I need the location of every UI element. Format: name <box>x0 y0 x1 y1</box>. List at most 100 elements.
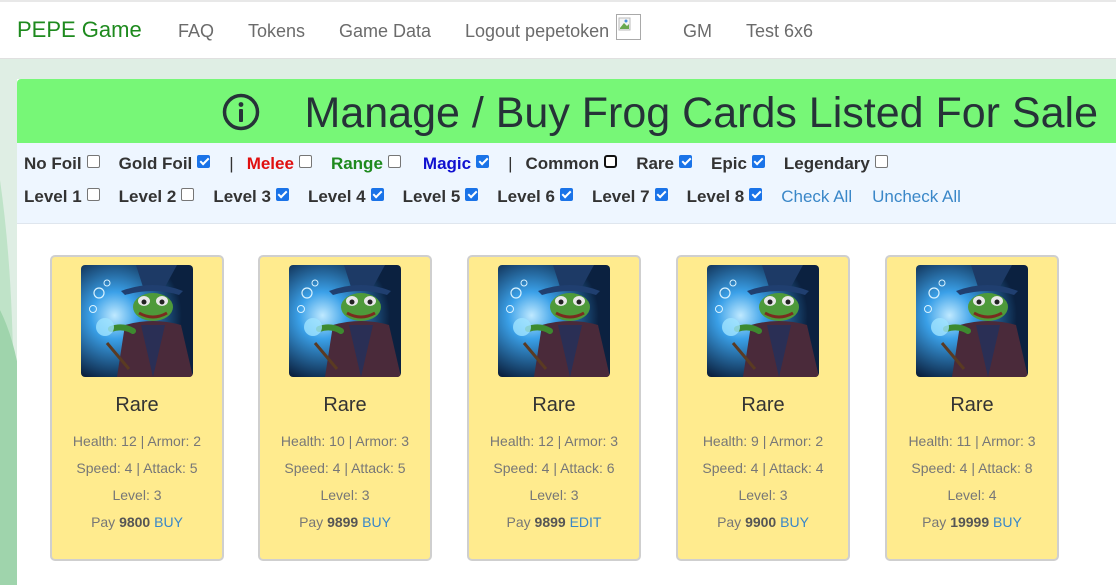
buy-button[interactable]: BUY <box>780 514 809 530</box>
card-price: 19999 <box>950 514 990 530</box>
brand-link[interactable]: PEPE Game <box>17 17 142 43</box>
card-stats-speed-attack: Speed: 4 | Attack: 8 <box>911 460 1033 476</box>
page-banner: Manage / Buy Frog Cards Listed For Sale <box>17 79 1116 143</box>
frog-wizard-image <box>289 265 401 377</box>
frog-wizard-image <box>81 265 193 377</box>
frog-wizard-image <box>707 265 819 377</box>
card-stats-health-armor: Health: 9 | Armor: 2 <box>702 433 824 449</box>
page-title: Manage / Buy Frog Cards Listed For Sale <box>304 89 1098 137</box>
card-price: 9899 <box>534 514 566 530</box>
nav-gm[interactable]: GM <box>683 21 712 42</box>
edit-button[interactable]: EDIT <box>570 514 602 530</box>
card-price-line: Pay 19999 BUY <box>922 514 1022 530</box>
checkbox-gold-foil[interactable] <box>197 154 211 168</box>
filter-melee[interactable]: Melee <box>247 154 312 174</box>
filter-epic[interactable]: Epic <box>711 154 765 174</box>
card-price: 9800 <box>119 514 151 530</box>
card-rarity: Rare <box>950 394 994 416</box>
filter-row-level: Level 1 Level 2 Level 3 Level 4 Level 5 … <box>24 187 981 207</box>
top-navbar: PEPE Game FAQ Tokens Game Data Logout pe… <box>0 0 1116 59</box>
check-all-link[interactable]: Check All <box>781 187 852 207</box>
card-price-line: Pay 9899 EDIT <box>506 514 602 530</box>
buy-button[interactable]: BUY <box>154 514 183 530</box>
card-stats-speed-attack: Speed: 4 | Attack: 4 <box>702 460 824 476</box>
checkbox-level-1[interactable] <box>86 187 100 201</box>
uncheck-all-link[interactable]: Uncheck All <box>872 187 961 207</box>
card-rarity: Rare <box>532 394 576 416</box>
checkbox-level-8[interactable] <box>749 187 763 201</box>
checkbox-level-4[interactable] <box>370 187 384 201</box>
filter-legendary[interactable]: Legendary <box>784 154 888 174</box>
checkbox-range[interactable] <box>387 154 401 168</box>
filter-common[interactable]: Common <box>526 154 618 174</box>
filter-level-1[interactable]: Level 1 <box>24 187 100 207</box>
card-level: Level: 3 <box>320 487 370 503</box>
buy-button[interactable]: BUY <box>362 514 391 530</box>
filter-panel: No Foil Gold Foil | Melee Range Magic | … <box>17 143 1116 224</box>
card-stats-speed-attack: Speed: 4 | Attack: 6 <box>493 460 615 476</box>
card-rarity: Rare <box>741 394 785 416</box>
separator: | <box>508 154 513 173</box>
filter-level-3[interactable]: Level 3 <box>213 187 289 207</box>
nav-faq[interactable]: FAQ <box>178 21 214 42</box>
checkbox-level-6[interactable] <box>559 187 573 201</box>
checkbox-legendary[interactable] <box>874 154 888 168</box>
info-circle-icon <box>222 93 260 131</box>
checkbox-level-2[interactable] <box>181 187 195 201</box>
frog-card[interactable]: Rare Health: 11 | Armor: 3 Speed: 4 | At… <box>885 255 1059 561</box>
checkbox-magic[interactable] <box>476 154 490 168</box>
frog-wizard-image <box>916 265 1028 377</box>
filter-level-4[interactable]: Level 4 <box>308 187 384 207</box>
broken-image-icon <box>616 14 641 40</box>
checkbox-melee[interactable] <box>298 154 312 168</box>
filter-level-8[interactable]: Level 8 <box>687 187 763 207</box>
filter-level-5[interactable]: Level 5 <box>403 187 479 207</box>
nav-test-6x6[interactable]: Test 6x6 <box>746 21 813 42</box>
filter-no-foil[interactable]: No Foil <box>24 154 100 174</box>
filter-row-type: No Foil Gold Foil | Melee Range Magic | … <box>24 154 907 174</box>
card-price-line: Pay 9800 BUY <box>91 514 183 530</box>
card-level: Level: 3 <box>738 487 788 503</box>
card-price-line: Pay 9899 BUY <box>299 514 391 530</box>
card-rarity: Rare <box>323 394 367 416</box>
checkbox-rare[interactable] <box>679 154 692 168</box>
card-level: Level: 3 <box>529 487 579 503</box>
frog-card[interactable]: Rare Health: 9 | Armor: 2 Speed: 4 | Att… <box>676 255 850 561</box>
card-stats-health-armor: Health: 12 | Armor: 3 <box>489 433 619 449</box>
filter-level-6[interactable]: Level 6 <box>497 187 573 207</box>
filter-magic[interactable]: Magic <box>423 154 490 174</box>
checkbox-epic[interactable] <box>751 154 765 168</box>
card-stats-speed-attack: Speed: 4 | Attack: 5 <box>76 460 198 476</box>
frog-card[interactable]: Rare Health: 12 | Armor: 2 Speed: 4 | At… <box>50 255 224 561</box>
frog-card[interactable]: Rare Health: 10 | Armor: 3 Speed: 4 | At… <box>258 255 432 561</box>
checkbox-level-7[interactable] <box>654 187 668 201</box>
card-stats-health-armor: Health: 10 | Armor: 3 <box>280 433 410 449</box>
filter-range[interactable]: Range <box>331 154 401 174</box>
checkbox-no-foil[interactable] <box>86 154 100 168</box>
checkbox-level-5[interactable] <box>465 187 479 201</box>
filter-level-7[interactable]: Level 7 <box>592 187 668 207</box>
filter-rare[interactable]: Rare <box>636 154 692 174</box>
buy-button[interactable]: BUY <box>993 514 1022 530</box>
main-panel: Manage / Buy Frog Cards Listed For Sale … <box>17 79 1116 585</box>
checkbox-level-3[interactable] <box>275 187 289 201</box>
filter-level-2[interactable]: Level 2 <box>119 187 195 207</box>
separator: | <box>229 154 234 173</box>
card-stats-speed-attack: Speed: 4 | Attack: 5 <box>284 460 406 476</box>
card-level: Level: 3 <box>112 487 162 503</box>
nav-logout[interactable]: Logout pepetoken <box>465 21 609 42</box>
card-price: 9900 <box>745 514 777 530</box>
nav-tokens[interactable]: Tokens <box>248 21 305 42</box>
frog-card[interactable]: Rare Health: 12 | Armor: 3 Speed: 4 | At… <box>467 255 641 561</box>
card-grid: Rare Health: 12 | Armor: 2 Speed: 4 | At… <box>17 224 1116 585</box>
card-price-line: Pay 9900 BUY <box>717 514 809 530</box>
checkbox-common[interactable] <box>604 154 618 168</box>
nav-game-data[interactable]: Game Data <box>339 21 431 42</box>
card-stats-health-armor: Health: 11 | Armor: 3 <box>908 433 1036 449</box>
card-level: Level: 4 <box>947 487 997 503</box>
card-stats-health-armor: Health: 12 | Armor: 2 <box>72 433 202 449</box>
frog-wizard-image <box>498 265 610 377</box>
card-price: 9899 <box>327 514 359 530</box>
filter-gold-foil[interactable]: Gold Foil <box>119 154 211 174</box>
card-rarity: Rare <box>115 394 159 416</box>
